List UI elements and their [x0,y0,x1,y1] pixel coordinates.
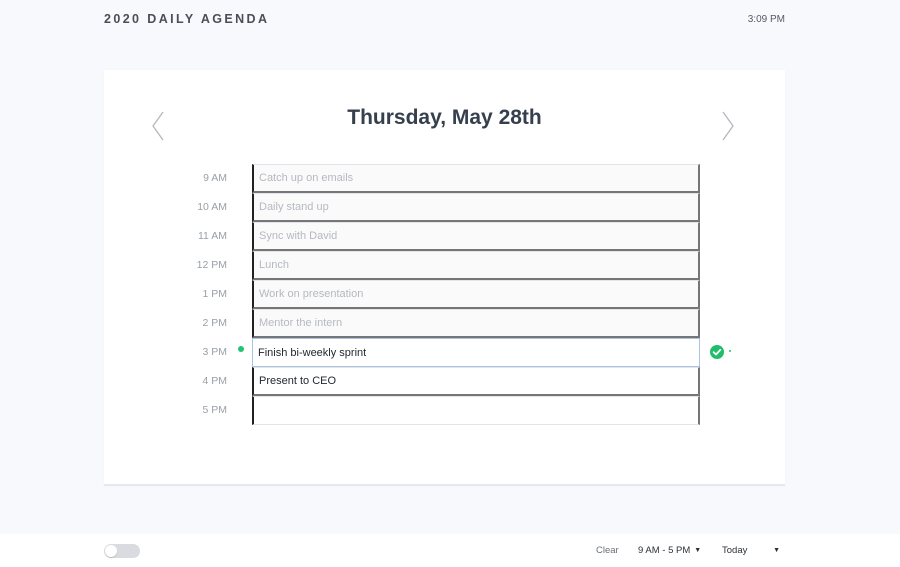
slot-time-label: 10 AM [197,201,227,213]
slot-task-input[interactable] [252,164,700,193]
hours-range-select[interactable]: 9 AM - 5 PM ▼ [638,544,701,558]
check-circle-icon[interactable] [710,345,724,359]
time-slot-row-current: 3 PM [104,338,785,367]
slot-time-label: 11 AM [198,230,227,242]
time-slot-list: 9 AM 10 AM 11 AM 12 PM 1 PM 2 PM 3 PM [104,164,785,425]
slot-task-input[interactable] [252,338,700,367]
slot-task-input[interactable] [252,193,700,222]
time-slot-row: 2 PM [104,309,785,338]
day-select-value: Today [722,545,748,556]
time-slot-row: 11 AM [104,222,785,251]
slot-task-input[interactable] [252,222,700,251]
save-indicator-dot [729,350,731,352]
footer-bar: Clear 9 AM - 5 PM ▼ Today ▼ [0,534,900,567]
caret-down-icon: ▼ [773,547,780,554]
slot-time-label: 12 PM [196,259,227,271]
current-time: 3:09 PM [747,14,785,25]
clear-button[interactable]: Clear [596,544,619,558]
time-slot-row: 5 PM [104,396,785,425]
slot-task-input[interactable] [252,280,700,309]
time-slot-row: 9 AM [104,164,785,193]
slot-time-label: 5 PM [202,404,227,416]
slot-time-label: 2 PM [202,317,227,329]
time-slot-row: 4 PM [104,367,785,396]
slot-task-input[interactable] [252,309,700,338]
time-slot-row: 12 PM [104,251,785,280]
current-hour-indicator [238,346,244,352]
slot-task-input[interactable] [252,251,700,280]
theme-toggle[interactable] [104,544,140,558]
day-select[interactable]: Today ▼ [722,544,780,558]
time-slot-row: 10 AM [104,193,785,222]
app-title: 2020 DAILY AGENDA [104,12,270,26]
slot-time-label: 9 AM [203,172,227,184]
slot-task-input[interactable] [252,367,700,396]
slot-time-label: 1 PM [202,288,227,300]
caret-down-icon: ▼ [694,547,702,554]
date-title: Thursday, May 28th [347,106,542,129]
agenda-card: Thursday, May 28th 9 AM 10 AM 11 AM 12 P… [104,70,785,486]
time-slot-row: 1 PM [104,280,785,309]
slot-task-input[interactable] [252,396,700,425]
chevron-right-icon[interactable] [720,110,736,142]
hours-range-value: 9 AM - 5 PM [638,545,691,556]
toggle-knob [105,545,117,557]
slot-time-label: 4 PM [202,375,227,387]
slot-time-label: 3 PM [202,346,227,358]
